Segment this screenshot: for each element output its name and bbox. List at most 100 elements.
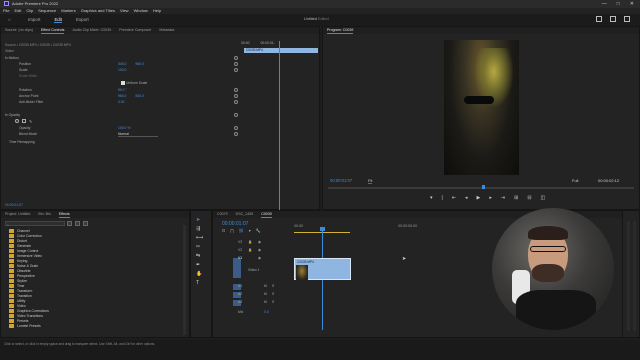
mute-icon[interactable]: M [264,284,267,288]
list-item[interactable]: Utility [9,299,25,303]
razor-tool-icon[interactable]: ✂ [196,244,203,250]
program-scrub-bar[interactable] [328,187,634,189]
tab-project[interactable]: Project: Untitled [5,211,30,218]
mix-value[interactable]: 0.0 [264,310,269,314]
scale-value[interactable]: 100.0 [118,68,127,72]
list-item[interactable]: Lumetri Presets [9,324,41,328]
quality-select[interactable]: Full [572,178,578,183]
ec-timecode[interactable]: 00:00:01:07 [5,203,23,207]
list-item[interactable]: Time [9,284,24,288]
list-item[interactable]: Generate [9,244,31,248]
tab-effects[interactable]: Effects [58,211,70,218]
list-item[interactable]: Stylize [9,279,27,283]
overwrite-icon[interactable]: ⊟ [527,195,531,201]
list-item[interactable]: Immersive Video [9,254,42,258]
position-x[interactable]: 540.0 [118,62,127,66]
program-video-frame[interactable] [444,40,519,175]
ec-playhead[interactable] [279,41,280,211]
antiflicker-value[interactable]: 0.00 [118,100,125,104]
list-item[interactable]: Image Control [9,249,38,253]
effects-search-input[interactable]: ⌕ [5,221,65,227]
tab-metadata[interactable]: Metadata [159,27,174,34]
eye-icon[interactable]: ◉ [258,240,261,244]
linked-icon[interactable]: ⛓ [239,228,244,233]
tab-export[interactable]: Export [76,17,89,23]
yuv-icon[interactable] [83,221,88,226]
zoom-select[interactable]: Fit [368,178,373,184]
lock-icon[interactable]: 🔒 [248,248,252,252]
list-item[interactable]: Perspective [9,274,35,278]
solo-icon[interactable]: S [272,292,274,296]
program-timecode[interactable]: 00:00:01:07 [330,178,352,183]
tab-bin[interactable]: Bin: Bin [38,211,50,218]
step-back-icon[interactable]: ◂ [465,195,468,201]
mark-in-icon[interactable]: ▾ [430,195,433,201]
list-item[interactable]: Channel [9,229,30,233]
slip-tool-icon[interactable]: ⇆ [196,253,203,259]
list-item[interactable]: Keying [9,259,27,263]
share-icon[interactable] [596,16,602,22]
pen-tool-icon[interactable]: ✒ [196,262,203,268]
32bit-icon[interactable] [75,221,80,226]
pen-mask-icon[interactable]: ✎ [29,119,32,124]
solo-icon[interactable]: S [272,284,274,288]
step-forward-icon[interactable]: ▸ [489,195,492,201]
lock-icon[interactable]: 🔒 [248,240,252,244]
selection-tool-icon[interactable]: ➤ [196,217,203,223]
mute-icon[interactable]: M [264,300,267,304]
rect-mask-icon[interactable] [22,119,26,123]
eye-icon[interactable]: ◉ [258,256,261,260]
tab-program[interactable]: Program: C0039 [327,27,354,34]
close-button[interactable]: ✕ [630,1,634,7]
go-to-in-icon[interactable]: ⇤ [452,195,456,201]
list-item[interactable]: Video [9,304,26,308]
anchor-y[interactable]: 540.0 [135,94,144,98]
list-item[interactable]: Video Transitions [9,314,43,318]
blend-mode-select[interactable]: Normal [117,132,158,137]
position-y[interactable]: 960.0 [135,62,144,66]
screen-icon[interactable] [610,16,616,22]
reset-icon[interactable] [234,56,238,60]
eye-icon[interactable]: ◉ [258,248,261,252]
reset-icon[interactable] [234,68,238,72]
fullscreen-icon[interactable] [624,16,630,22]
play-icon[interactable]: ▶ [477,195,481,201]
tab-edit[interactable]: Edit [54,17,63,23]
reset-icon[interactable] [234,94,238,98]
reset-icon[interactable] [234,88,238,92]
tab-import[interactable]: Import [28,17,40,23]
timeline-timecode[interactable]: 00:00:01:07 [222,221,248,227]
list-item[interactable]: Distort [9,239,27,243]
nest-icon[interactable]: ⊡ [222,228,225,233]
video-clip[interactable]: C0039.MP4 [294,258,351,280]
list-item[interactable]: Noise & Grain [9,264,38,268]
tab-source[interactable]: Source: (no clips) [5,27,33,34]
maximize-button[interactable]: □ [617,1,620,7]
list-item[interactable]: Color Correction [9,234,42,238]
program-playhead[interactable] [482,185,485,189]
list-item[interactable]: Transform [9,289,32,293]
opacity-value[interactable]: 100.0 % [118,126,130,130]
tab-effect-controls[interactable]: Effect Controls [40,27,65,34]
mark-out-icon[interactable]: | [442,195,443,201]
uniform-scale-checkbox[interactable] [121,81,125,86]
scrollbar[interactable] [183,225,186,335]
ripple-edit-icon[interactable]: ⟷ [196,235,203,241]
reset-icon[interactable] [234,113,238,117]
playhead-handle[interactable] [320,227,325,231]
list-item[interactable]: Obsolete [9,269,31,273]
type-tool-icon[interactable]: T [196,280,203,286]
accelerated-icon[interactable] [67,221,72,226]
solo-icon[interactable]: S [272,300,274,304]
tab-sequence-1[interactable]: C0079 [217,211,228,218]
insert-icon[interactable]: ⊞ [514,195,518,201]
track-select-icon[interactable]: ⇶ [196,226,203,232]
ellipse-mask-icon[interactable] [15,119,19,123]
rotation-value[interactable]: 90.0 ° [118,88,127,92]
source-patch[interactable] [233,258,241,278]
list-item[interactable]: Transition [9,294,32,298]
marker-icon[interactable]: ▾ [249,228,251,233]
reset-icon[interactable] [234,126,238,130]
tab-sequence-3[interactable]: C0039 [261,211,272,218]
snap-icon[interactable]: ⋂ [230,228,233,233]
